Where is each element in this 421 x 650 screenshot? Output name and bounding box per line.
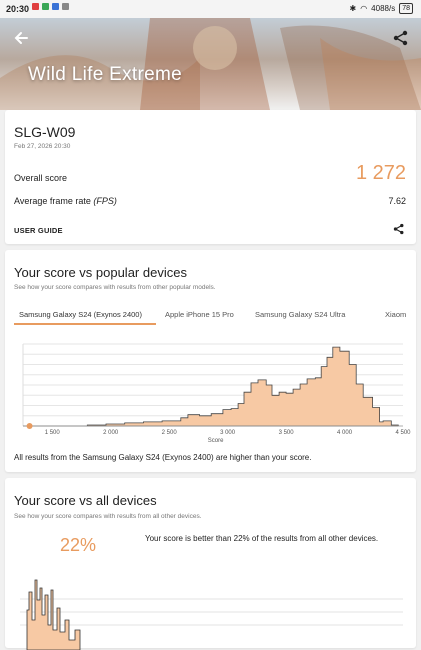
fps-label: Average frame rate (FPS): [14, 196, 117, 206]
all-title: Your score vs all devices: [14, 493, 157, 508]
tab-iphone-15-pro[interactable]: Apple iPhone 15 Pro: [165, 310, 234, 319]
status-right: ✱ ◠ 4088/s 78: [349, 3, 413, 14]
x-tick-label: 2 000: [103, 430, 119, 436]
bluetooth-icon: ✱: [349, 4, 357, 13]
your-score-marker: [26, 423, 33, 429]
tab-xiaomi[interactable]: Xiaom: [385, 310, 406, 319]
share-icon[interactable]: [392, 222, 406, 236]
fps-value: 7.62: [388, 196, 406, 206]
status-notification-icons: [32, 3, 69, 10]
x-tick-label: 2 500: [162, 430, 178, 436]
hero-header: Wild Life Extreme: [0, 18, 421, 110]
fps-label-main: Average frame rate: [14, 196, 94, 206]
user-guide-link[interactable]: USER GUIDE: [14, 226, 63, 235]
fps-label-unit: (FPS): [93, 196, 117, 206]
x-tick-label: 4 000: [337, 430, 353, 436]
wifi-icon: ◠: [360, 4, 368, 13]
overall-score-label: Overall score: [14, 173, 68, 183]
battery-icon: 78: [399, 3, 413, 14]
percentile-value: 22%: [60, 535, 97, 555]
network-speed: 4088/s: [371, 4, 396, 13]
all-devices-card: Your score vs all devices See how your s…: [5, 478, 416, 650]
comparison-note: All results from the Samsung Galaxy S24 …: [14, 453, 312, 462]
popular-title: Your score vs popular devices: [14, 265, 187, 280]
distribution-area: [23, 346, 399, 427]
score-distribution-chart: 1 500 2 000 2 500 3 000 3 500 4 000 4 500 Score: [22, 343, 411, 444]
x-tick-label: 4 500: [395, 430, 411, 436]
popular-subtitle: See how your score compares with results…: [14, 284, 216, 291]
active-tab-indicator: [14, 323, 156, 325]
status-bar: 20:30 ✱ ◠ 4088/s 78: [0, 0, 421, 18]
result-card: SLG-W09 Feb 27, 2026 20:30 Overall score…: [5, 110, 416, 244]
notification-app-icon: [32, 3, 39, 10]
percentile-text: Your score is better than 22% of the res…: [145, 534, 379, 543]
notification-app-icon: [42, 3, 49, 10]
back-arrow-icon[interactable]: [12, 28, 32, 48]
x-axis-label: Score: [208, 438, 224, 444]
notification-app-icon: [52, 3, 59, 10]
all-subtitle: See how your score compares with results…: [14, 513, 202, 520]
all-devices-chart-preview: [20, 579, 403, 650]
x-tick-label: 3 000: [220, 430, 236, 436]
tab-samsung-s24-ultra[interactable]: Samsung Galaxy S24 Ultra: [255, 310, 345, 319]
page-title: Wild Life Extreme: [28, 64, 182, 85]
overall-score-value: 1 272: [355, 162, 406, 184]
share-icon[interactable]: [391, 28, 411, 48]
device-name: SLG-W09: [14, 124, 76, 140]
notification-app-icon: [62, 3, 69, 10]
status-time: 20:30: [6, 4, 30, 14]
tab-samsung-s24-exynos[interactable]: Samsung Galaxy S24 (Exynos 2400): [19, 310, 142, 319]
popular-devices-card: Your score vs popular devices See how yo…: [5, 250, 416, 472]
result-date: Feb 27, 2026 20:30: [14, 143, 71, 150]
x-tick-label: 3 500: [279, 430, 295, 436]
x-tick-label: 1 500: [45, 430, 61, 436]
